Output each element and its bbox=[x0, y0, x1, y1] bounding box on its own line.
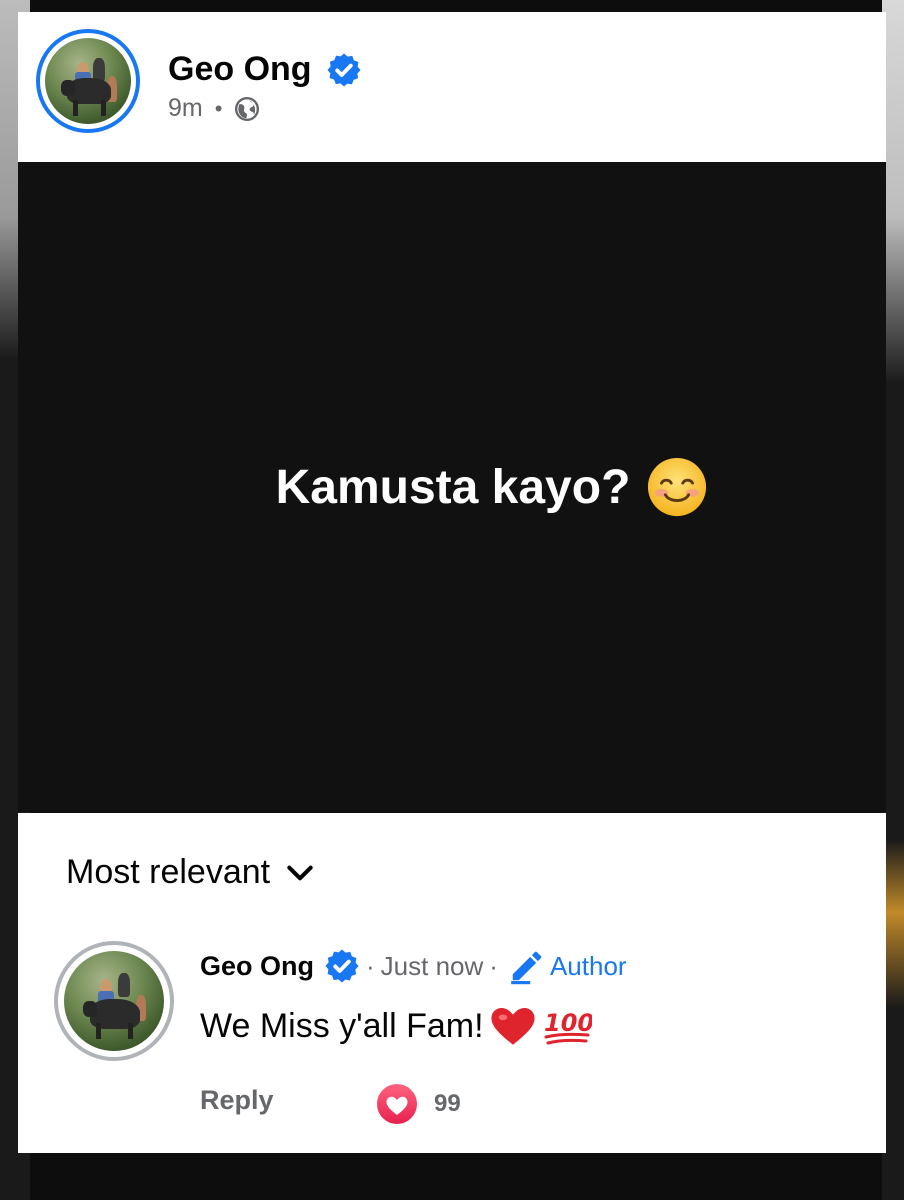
author-badge-label: Author bbox=[549, 950, 627, 981]
meta-separator: · bbox=[366, 950, 375, 981]
post-author-name[interactable]: Geo Ong bbox=[168, 50, 312, 89]
comment-body: We Miss y'all Fam! 100 bbox=[200, 1005, 592, 1047]
post-timestamp[interactable]: 9m bbox=[168, 94, 203, 123]
chevron-down-icon bbox=[287, 865, 313, 880]
post-content: Kamusta kayo? bbox=[18, 162, 886, 812]
hundred-points-icon: 100 bbox=[544, 1009, 592, 1045]
reaction-count: 99 bbox=[434, 1090, 461, 1117]
comment-sort-dropdown[interactable]: Most relevant bbox=[66, 853, 316, 892]
meta-separator: · bbox=[489, 950, 498, 981]
comment-timestamp[interactable]: Just now bbox=[381, 951, 484, 982]
comment-text: We Miss y'all Fam! bbox=[200, 1006, 484, 1045]
pencil-icon bbox=[511, 951, 542, 985]
red-heart-icon bbox=[491, 1008, 535, 1045]
reply-button[interactable]: Reply bbox=[200, 1085, 274, 1116]
sort-label: Most relevant bbox=[66, 853, 271, 891]
commenter-avatar[interactable] bbox=[54, 941, 174, 1061]
commenter-name[interactable]: Geo Ong bbox=[200, 951, 314, 982]
avatar-photo bbox=[45, 38, 131, 124]
love-reaction-icon bbox=[375, 1082, 419, 1126]
post-text: Kamusta kayo? bbox=[275, 460, 631, 514]
comment-reactions[interactable]: 99 bbox=[374, 1081, 461, 1127]
globe-icon bbox=[235, 96, 260, 121]
post-header: Geo Ong 9m • bbox=[18, 12, 886, 162]
post-meta: 9m • bbox=[168, 94, 260, 123]
verified-badge-icon bbox=[325, 949, 359, 983]
verified-badge-icon bbox=[327, 53, 361, 87]
svg-text:100: 100 bbox=[544, 1009, 592, 1037]
avatar-photo bbox=[64, 951, 164, 1051]
comment-header: Geo Ong · Just now · Author bbox=[200, 947, 627, 985]
smiling-face-icon bbox=[648, 457, 707, 517]
comments-section: Most relevant Geo Ong · Just now · Autho… bbox=[18, 813, 886, 1153]
meta-separator: • bbox=[214, 95, 223, 121]
post-text-block: Kamusta kayo? bbox=[276, 456, 709, 518]
author-avatar[interactable] bbox=[36, 29, 140, 133]
